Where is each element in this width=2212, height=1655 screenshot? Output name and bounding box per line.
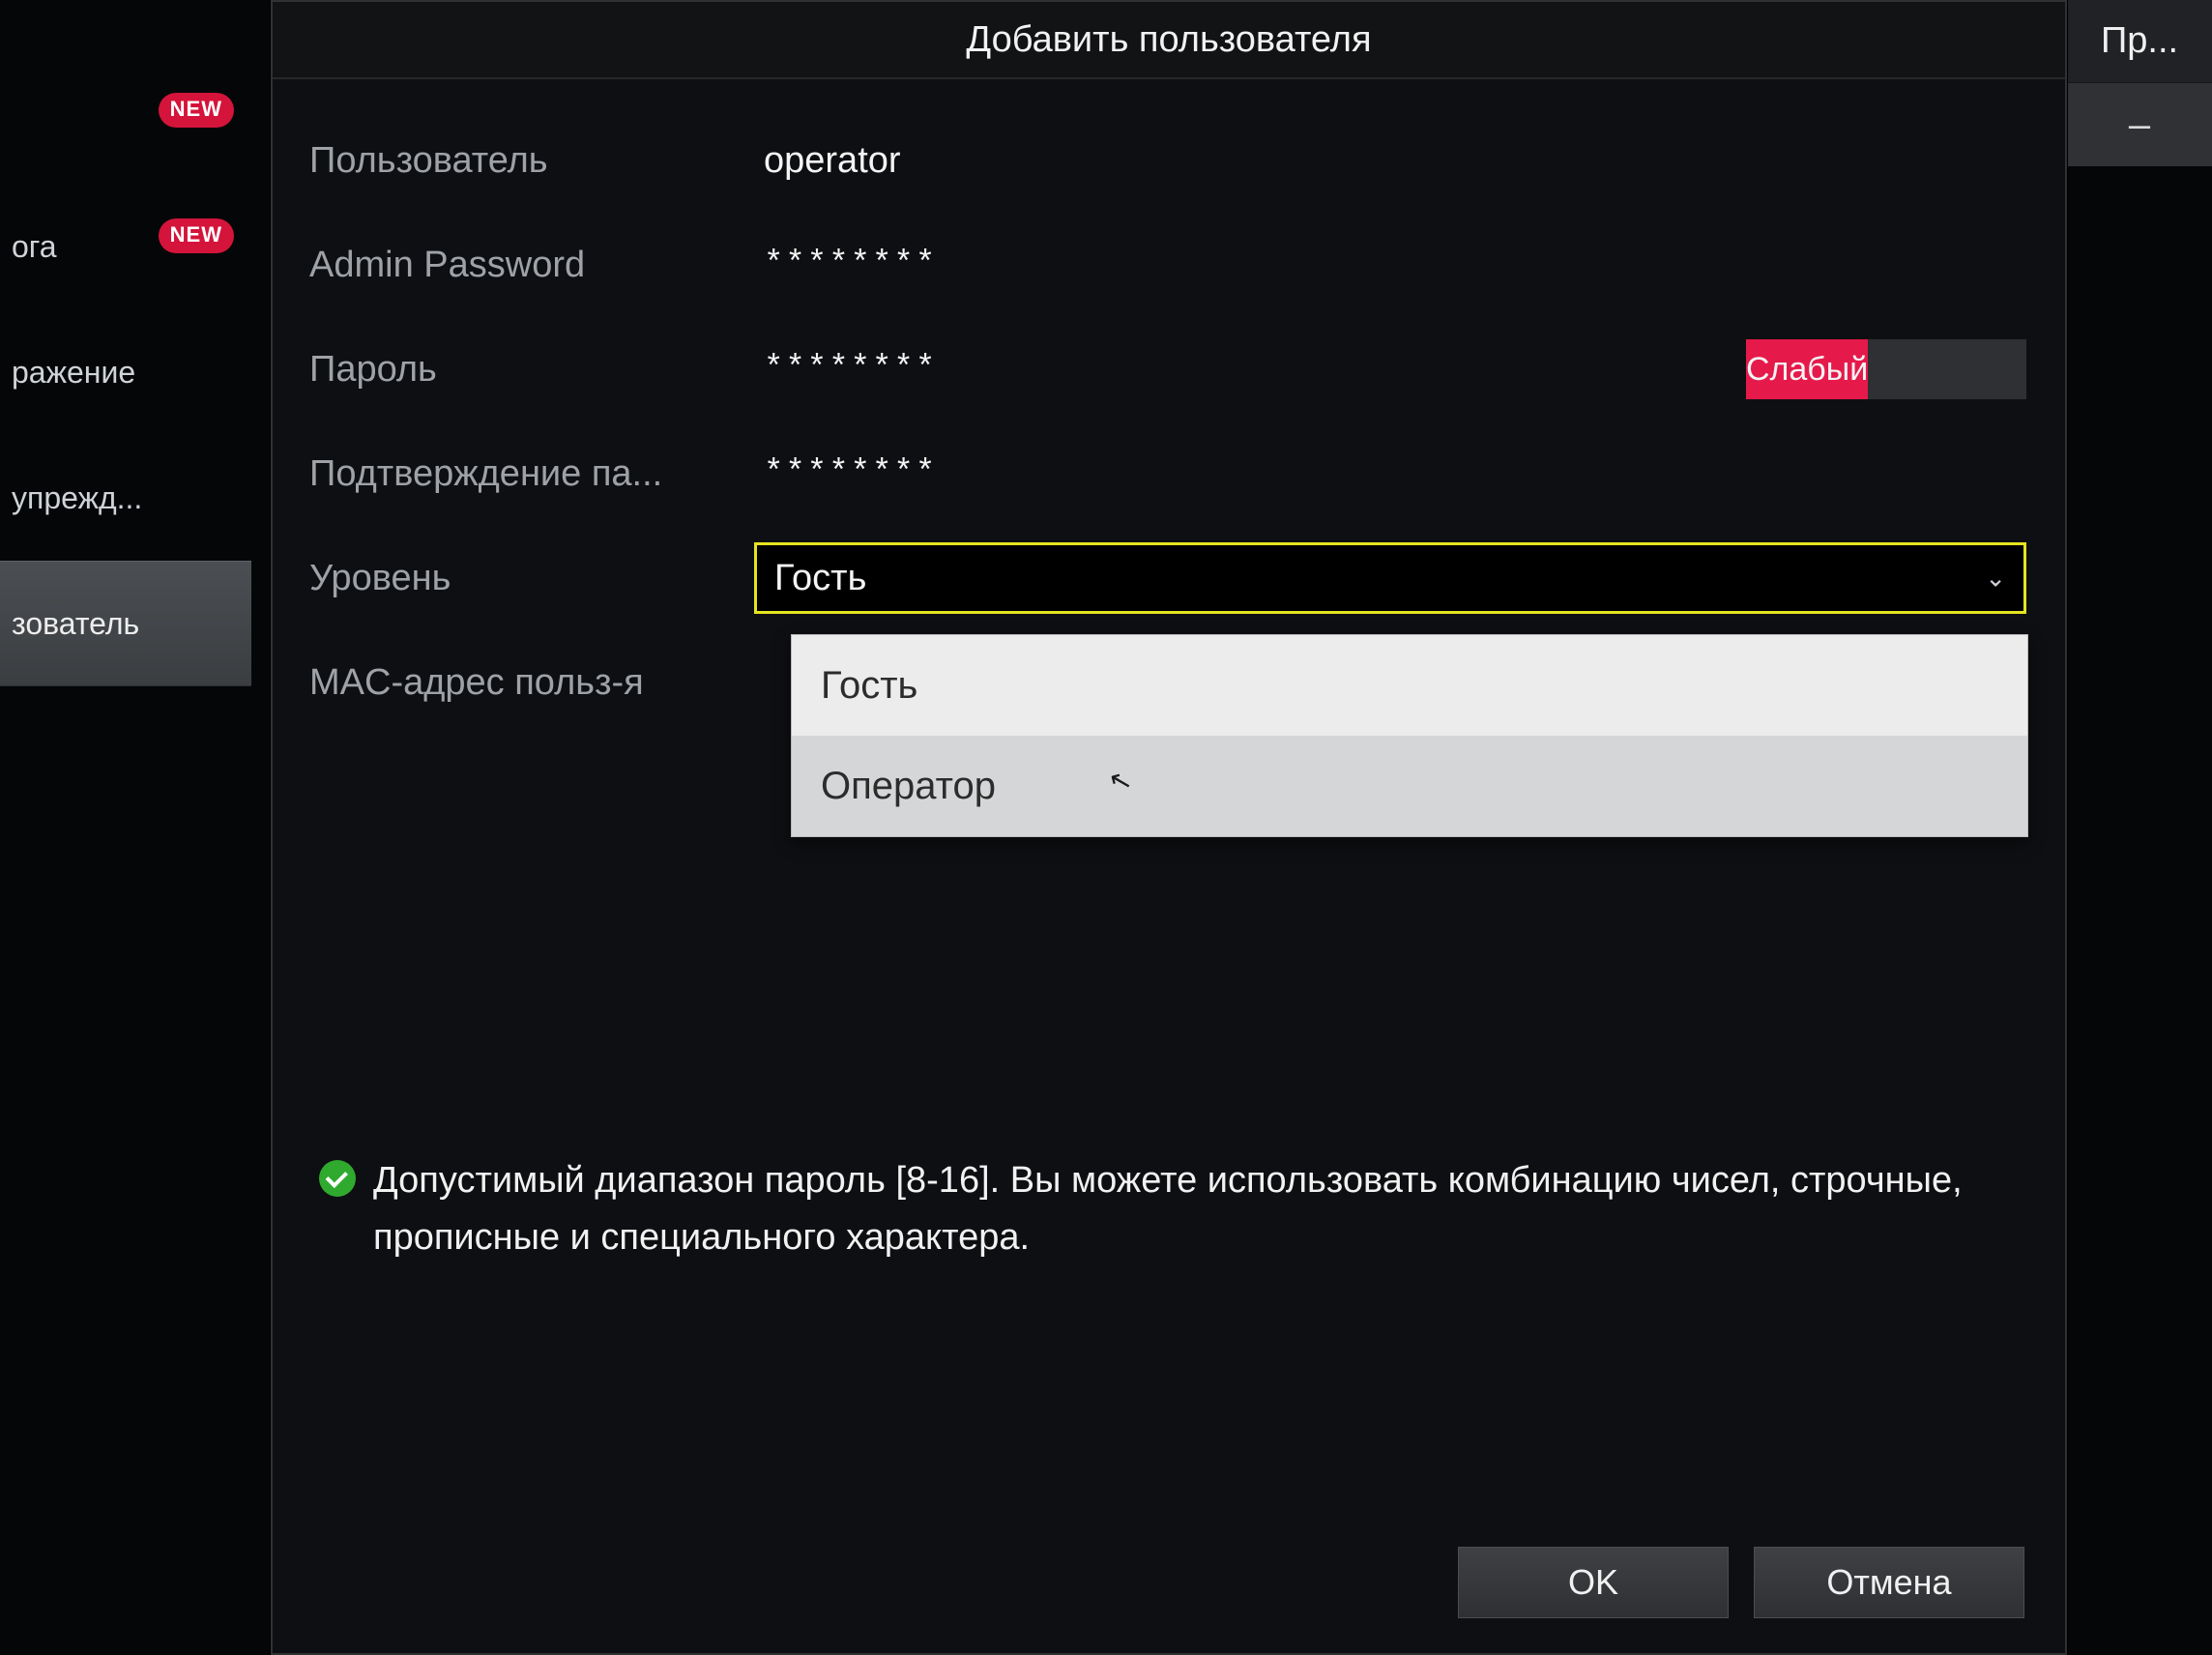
nav-label: зователь [12, 606, 139, 642]
label-level: Уровень [309, 558, 754, 599]
username-value: operator [754, 140, 901, 182]
dialog-title: Добавить пользователя [273, 2, 2065, 79]
cancel-button[interactable]: Отмена [1754, 1547, 2024, 1618]
nav-item-user[interactable]: зователь [0, 561, 251, 686]
label-username: Пользователь [309, 140, 754, 182]
new-badge-icon: NEW [159, 93, 234, 128]
chevron-down-icon: ⌄ [1985, 564, 2006, 594]
password-strength-meter: Слабый [1746, 339, 2026, 399]
nav-label: ражение [12, 355, 135, 391]
level-dropdown: Гость Оператор ↖ [791, 634, 2028, 837]
label-admin-password: Admin Password [309, 245, 754, 286]
label-password: Пароль [309, 349, 754, 391]
nav-item-2[interactable]: ражение [0, 309, 251, 435]
username-input[interactable]: operator [754, 127, 2026, 194]
corner-row: – [2067, 83, 2212, 166]
password-mask: ******** [754, 351, 937, 388]
corner-title: Пр... [2067, 0, 2212, 83]
label-confirm: Подтверждение па... [309, 453, 754, 495]
check-circle-icon [319, 1160, 356, 1197]
nav-label: ога [12, 229, 57, 265]
row-level: Уровень Гость ⌄ [309, 526, 2026, 630]
password-input[interactable]: ******** Слабый [754, 335, 2026, 403]
label-mac: MAC-адрес польз-я [309, 662, 754, 704]
hint-text: Допустимый диапазон пароль [8-16]. Вы мо… [373, 1152, 2007, 1266]
level-select[interactable]: Гость ⌄ [754, 542, 2026, 614]
nav-item-3[interactable]: упрежд... [0, 435, 251, 561]
password-hint: Допустимый диапазон пароль [8-16]. Вы мо… [319, 1152, 2007, 1266]
nav-item-1[interactable]: ога NEW [0, 184, 251, 309]
strength-weak: Слабый [1746, 339, 1868, 399]
row-confirm: Подтверждение па... ******** [309, 421, 2026, 526]
dialog-footer: OK Отмена [1458, 1547, 2024, 1618]
new-badge-icon: NEW [159, 218, 234, 253]
corner-window: Пр... – [2067, 0, 2212, 166]
ok-button[interactable]: OK [1458, 1547, 1729, 1618]
admin-password-input[interactable]: ******** [754, 231, 2026, 299]
row-admin-password: Admin Password ******** [309, 213, 2026, 317]
add-user-dialog: Добавить пользователя Пользователь opera… [271, 0, 2067, 1655]
confirm-input[interactable]: ******** [754, 440, 2026, 508]
left-nav: NEW ога NEW ражение упрежд... зователь [0, 58, 251, 686]
level-option-operator[interactable]: Оператор [792, 736, 2027, 836]
confirm-mask: ******** [754, 455, 937, 492]
nav-item-0[interactable]: NEW [0, 58, 251, 184]
nav-label: упрежд... [12, 480, 142, 516]
admin-password-mask: ******** [754, 247, 937, 283]
row-username: Пользователь operator [309, 108, 2026, 213]
row-password: Пароль ******** Слабый [309, 317, 2026, 421]
strength-medium [1868, 339, 1947, 399]
level-option-guest[interactable]: Гость [792, 635, 2027, 736]
strength-strong [1947, 339, 2026, 399]
level-selected-value: Гость [774, 558, 866, 599]
